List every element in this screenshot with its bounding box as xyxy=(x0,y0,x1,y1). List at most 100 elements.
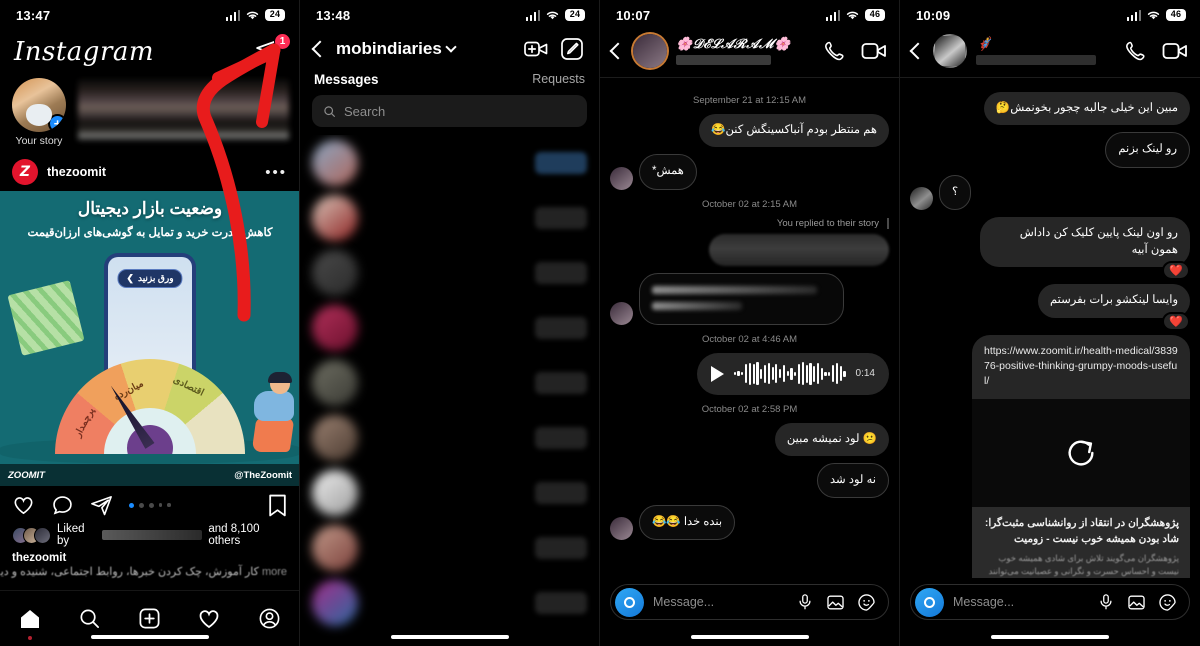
wifi-icon xyxy=(1147,11,1160,20)
avatar[interactable] xyxy=(633,34,667,68)
back-icon[interactable] xyxy=(311,40,329,58)
message-bubble-redacted[interactable] xyxy=(639,272,844,325)
post-username[interactable]: thezoomit xyxy=(47,165,256,179)
link-url[interactable]: https://www.zoomit.ir/health-medical/383… xyxy=(972,335,1190,400)
message-bubble[interactable]: ؟ xyxy=(939,174,972,210)
chat-identity[interactable]: 🌸𝒟ℰℒ𝒜ℛ𝒜ℳ🌸 xyxy=(676,37,814,65)
reaction-badge[interactable]: ❤️ xyxy=(1162,261,1190,281)
your-story-item[interactable]: + Your story xyxy=(10,78,68,147)
row-action[interactable] xyxy=(535,426,587,449)
post-image[interactable]: وضعیت بازار دیجیتال کاهش قدرت خرید و تما… xyxy=(0,191,299,486)
refresh-icon[interactable] xyxy=(1064,436,1098,470)
list-item[interactable] xyxy=(300,575,599,630)
avatar[interactable] xyxy=(933,34,967,68)
tab-home[interactable] xyxy=(13,604,47,640)
sticker-icon[interactable] xyxy=(857,593,876,612)
avatar xyxy=(312,139,358,186)
tab-create[interactable] xyxy=(132,604,166,634)
likes-suffix[interactable]: and 8,100 others xyxy=(208,523,287,547)
direct-messages-button[interactable]: 1 xyxy=(255,33,291,67)
message-composer[interactable]: Message... xyxy=(910,584,1190,620)
conversation-list[interactable] xyxy=(300,135,599,646)
row-action[interactable] xyxy=(535,261,587,284)
list-item[interactable] xyxy=(300,135,599,190)
phone-call-icon[interactable] xyxy=(1124,39,1148,63)
wifi-icon xyxy=(246,11,259,20)
stories-blurred-region[interactable] xyxy=(78,79,289,141)
video-call-add-icon[interactable] xyxy=(523,36,549,62)
list-item[interactable] xyxy=(300,190,599,245)
like-icon[interactable] xyxy=(12,494,35,517)
play-icon[interactable] xyxy=(710,365,724,382)
search-input[interactable]: Search xyxy=(312,95,587,127)
message-bubble[interactable]: هم منتظر بودم آنباکسینگش کنن😂 xyxy=(699,114,889,148)
message-bubble[interactable]: بنده خدا 😂😂 xyxy=(639,505,736,541)
tab-profile[interactable] xyxy=(252,604,286,634)
list-item[interactable] xyxy=(300,245,599,300)
tab-requests[interactable]: Requests xyxy=(532,72,585,87)
list-item[interactable] xyxy=(300,520,599,575)
list-item[interactable] xyxy=(300,355,599,410)
row-action[interactable] xyxy=(535,151,587,174)
message-thread[interactable]: September 21 at 12:15 AM هم منتظر بودم آ… xyxy=(600,78,899,578)
avatar[interactable]: Z xyxy=(12,159,38,185)
back-icon[interactable] xyxy=(909,42,927,60)
row-action[interactable] xyxy=(535,206,587,229)
list-item[interactable] xyxy=(300,300,599,355)
message-row: رو اون لینک پایین کلیک کن داداش همون آبی… xyxy=(910,216,1190,268)
link-preview-card[interactable]: https://www.zoomit.ir/health-medical/383… xyxy=(972,334,1190,578)
caption-more-link[interactable]: more xyxy=(262,566,287,578)
account-switcher[interactable]: mobindiaries xyxy=(336,39,513,59)
message-bubble[interactable]: 😕 لود نمیشه مبین xyxy=(774,422,889,456)
message-thread[interactable]: مبین این خیلی جالبه چجور بخونمش🤔 رو لینک… xyxy=(900,78,1200,578)
post-more-button[interactable]: ••• xyxy=(265,164,287,181)
gallery-icon[interactable] xyxy=(826,593,845,612)
liker-name-redacted xyxy=(102,530,203,540)
chat-subtitle-redacted xyxy=(676,55,771,65)
message-bubble[interactable]: نه لود شد xyxy=(817,462,889,498)
voice-message[interactable]: 0:14 xyxy=(696,352,889,395)
message-input[interactable]: Message... xyxy=(953,595,1088,609)
tab-messages[interactable]: Messages xyxy=(314,72,379,87)
row-action[interactable] xyxy=(535,371,587,394)
compose-icon[interactable] xyxy=(559,36,585,62)
row-action[interactable] xyxy=(535,591,587,614)
message-input[interactable]: Message... xyxy=(653,595,787,609)
caption-username[interactable]: thezoomit xyxy=(0,549,299,564)
message-bubble-redacted[interactable] xyxy=(709,233,889,266)
phone-call-icon[interactable] xyxy=(823,39,847,63)
microphone-icon[interactable] xyxy=(796,593,814,611)
share-icon[interactable] xyxy=(90,494,113,517)
video-call-icon[interactable] xyxy=(1162,40,1188,62)
back-icon[interactable] xyxy=(609,42,627,60)
gauge-illustration: پرچمدار میان‌رده اقتصادی xyxy=(55,359,245,454)
sticker-icon[interactable] xyxy=(1158,593,1177,612)
row-action[interactable] xyxy=(535,481,587,504)
message-composer[interactable]: Message... xyxy=(610,584,889,620)
row-action[interactable] xyxy=(535,316,587,339)
video-call-icon[interactable] xyxy=(861,40,887,62)
camera-icon[interactable] xyxy=(615,587,644,617)
message-bubble[interactable]: مبین این خیلی جالبه چجور بخونمش🤔 xyxy=(983,92,1190,126)
camera-icon[interactable] xyxy=(915,587,944,617)
your-story-label: Your story xyxy=(15,135,63,147)
chat-identity[interactable]: 🦸‍♂️ xyxy=(976,37,1115,65)
list-item[interactable] xyxy=(300,465,599,520)
message-bubble[interactable]: همش* xyxy=(639,154,697,190)
link-metadata: پژوهشگران در انتقاد از روانشناسی مثبت‌گر… xyxy=(972,507,1190,578)
bookmark-icon[interactable] xyxy=(268,494,287,517)
message-bubble[interactable]: رو اون لینک پایین کلیک کن داداش همون آبی… xyxy=(980,216,1190,268)
tab-activity[interactable] xyxy=(192,604,226,634)
gallery-icon[interactable] xyxy=(1127,593,1146,612)
reaction-badge[interactable]: ❤️ xyxy=(1162,311,1190,331)
list-item[interactable] xyxy=(300,410,599,465)
message-bubble[interactable]: رو لینک بزنم xyxy=(1105,132,1190,168)
tab-search[interactable] xyxy=(73,604,107,634)
person-illustration xyxy=(236,372,295,452)
message-row: مبین این خیلی جالبه چجور بخونمش🤔 xyxy=(910,92,1190,126)
add-story-icon[interactable]: + xyxy=(48,114,66,132)
microphone-icon[interactable] xyxy=(1097,593,1115,611)
home-indicator xyxy=(90,635,209,639)
row-action[interactable] xyxy=(535,536,587,559)
comment-icon[interactable] xyxy=(51,494,74,517)
